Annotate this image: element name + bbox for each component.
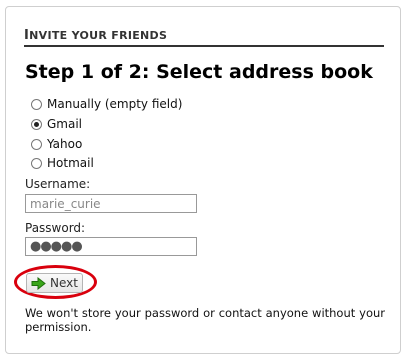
radio-button-selected[interactable] <box>31 118 42 130</box>
password-input[interactable]: ●●●●● <box>25 237 197 256</box>
radio-button[interactable] <box>31 98 42 110</box>
radio-button[interactable] <box>31 157 42 169</box>
radio-manually[interactable]: Manually (empty field) <box>31 96 182 112</box>
section-title: INVITE YOUR FRIENDS <box>24 29 384 47</box>
radio-label: Yahoo <box>47 137 83 151</box>
radio-label: Gmail <box>47 117 83 131</box>
password-label: Password: <box>25 221 86 235</box>
green-arrow-icon <box>31 276 46 290</box>
radio-label: Manually (empty field) <box>47 97 183 111</box>
next-button[interactable]: Next <box>26 273 83 293</box>
radio-button[interactable] <box>31 138 42 150</box>
username-label: Username: <box>25 177 91 191</box>
section-title-rest: NVITE YOUR FRIENDS <box>29 29 168 42</box>
step-heading: Step 1 of 2: Select address book <box>25 61 373 83</box>
privacy-notice: We won't store your password or contact … <box>25 306 385 334</box>
radio-hotmail[interactable]: Hotmail <box>31 155 94 171</box>
radio-gmail[interactable]: Gmail <box>31 116 82 132</box>
next-button-label: Next <box>50 276 78 290</box>
username-input[interactable] <box>25 194 197 213</box>
radio-yahoo[interactable]: Yahoo <box>31 136 82 152</box>
radio-label: Hotmail <box>47 156 94 170</box>
